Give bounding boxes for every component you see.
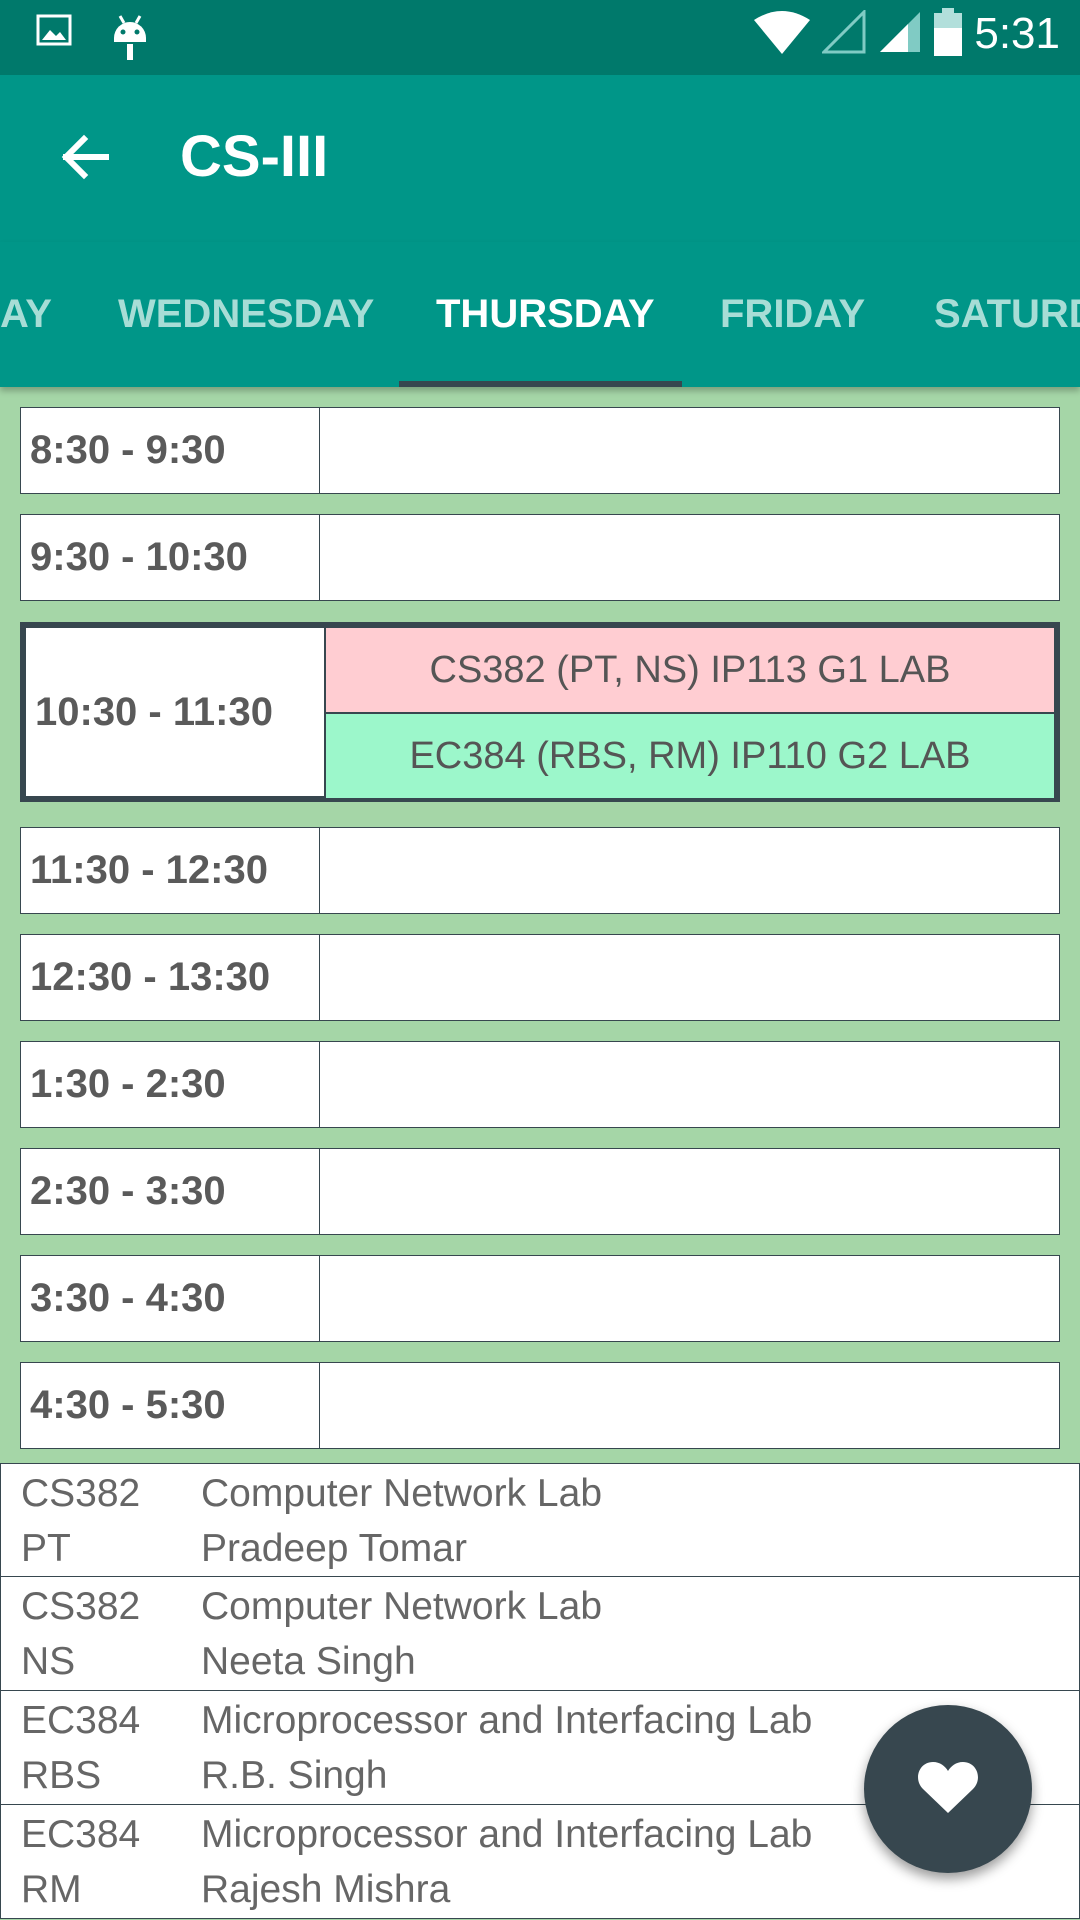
tab-indicator [399, 381, 682, 387]
schedule-row[interactable]: 1:30 - 2:30 [20, 1041, 1060, 1128]
teacher-abbr: PT [21, 1527, 71, 1570]
teacher-abbr: RBS [21, 1754, 102, 1797]
time-slot: 8:30 - 9:30 [21, 408, 320, 493]
class-entry[interactable]: CS382 (PT, NS) IP113 G1 LAB [326, 628, 1054, 714]
time-slot: 12:30 - 13:30 [21, 935, 320, 1020]
teacher-name: Neeta Singh [201, 1640, 416, 1683]
time-slot: 2:30 - 3:30 [21, 1149, 320, 1234]
teacher-abbr: NS [21, 1640, 76, 1683]
page-title: CS-III [180, 124, 329, 189]
teacher-name: Rajesh Mishra [201, 1868, 451, 1911]
schedule-row[interactable]: 8:30 - 9:30 [20, 407, 1060, 494]
course-name: Microprocessor and Interfacing Lab [201, 1813, 813, 1856]
back-arrow-icon[interactable] [56, 127, 116, 187]
tab-saturday[interactable]: SATURD [934, 292, 1080, 337]
time-slot: 11:30 - 12:30 [21, 828, 320, 913]
status-time: 5:31 [974, 9, 1060, 58]
schedule-row-busy[interactable]: 10:30 - 11:30 CS382 (PT, NS) IP113 G1 LA… [20, 622, 1060, 802]
time-slot: 1:30 - 2:30 [21, 1042, 320, 1127]
time-slot: 10:30 - 11:30 [26, 628, 326, 796]
image-icon [36, 14, 72, 66]
tab-thursday[interactable]: THURSDAY [436, 292, 655, 337]
heart-icon [917, 1759, 979, 1819]
signal-icon [878, 10, 922, 58]
course-code: CS382 [21, 1472, 141, 1515]
time-slot: 3:30 - 4:30 [21, 1256, 320, 1341]
tab-wednesday[interactable]: WEDNESDAY [118, 292, 374, 337]
time-slot: 4:30 - 5:30 [21, 1363, 320, 1448]
schedule-row[interactable]: 12:30 - 13:30 [20, 934, 1060, 1021]
course-name: Microprocessor and Interfacing Lab [201, 1699, 813, 1742]
battery-icon [934, 8, 963, 60]
favorite-button[interactable] [864, 1705, 1032, 1873]
wifi-icon [754, 10, 811, 58]
teacher-name: R.B. Singh [201, 1754, 388, 1797]
schedule-row[interactable]: 2:30 - 3:30 [20, 1148, 1060, 1235]
android-icon [112, 14, 148, 66]
course-name: Computer Network Lab [201, 1472, 603, 1515]
time-slot: 9:30 - 10:30 [21, 515, 320, 600]
day-tabs: AY WEDNESDAY THURSDAY FRIDAY SATURD [0, 242, 1080, 387]
legend-item: CS382 Computer Network Lab NS Neeta Sing… [0, 1577, 1080, 1691]
course-code: CS382 [21, 1585, 141, 1628]
schedule-row[interactable]: 4:30 - 5:30 [20, 1362, 1060, 1449]
teacher-abbr: RM [21, 1868, 82, 1911]
signal-empty-icon [820, 8, 866, 58]
course-name: Computer Network Lab [201, 1585, 603, 1628]
legend-item: CS382 Computer Network Lab PT Pradeep To… [0, 1463, 1080, 1577]
schedule-row[interactable]: 3:30 - 4:30 [20, 1255, 1060, 1342]
course-code: EC384 [21, 1699, 141, 1742]
app-bar: CS-III [0, 75, 1080, 242]
status-bar: 5:31 [0, 0, 1080, 75]
schedule-row[interactable]: 9:30 - 10:30 [20, 514, 1060, 601]
class-list: CS382 (PT, NS) IP113 G1 LAB EC384 (RBS, … [326, 628, 1054, 798]
course-code: EC384 [21, 1813, 141, 1856]
class-entry[interactable]: EC384 (RBS, RM) IP110 G2 LAB [326, 714, 1054, 798]
tab-tuesday[interactable]: AY [0, 292, 52, 337]
tab-friday[interactable]: FRIDAY [720, 292, 865, 337]
schedule-row[interactable]: 11:30 - 12:30 [20, 827, 1060, 914]
teacher-name: Pradeep Tomar [201, 1527, 467, 1570]
